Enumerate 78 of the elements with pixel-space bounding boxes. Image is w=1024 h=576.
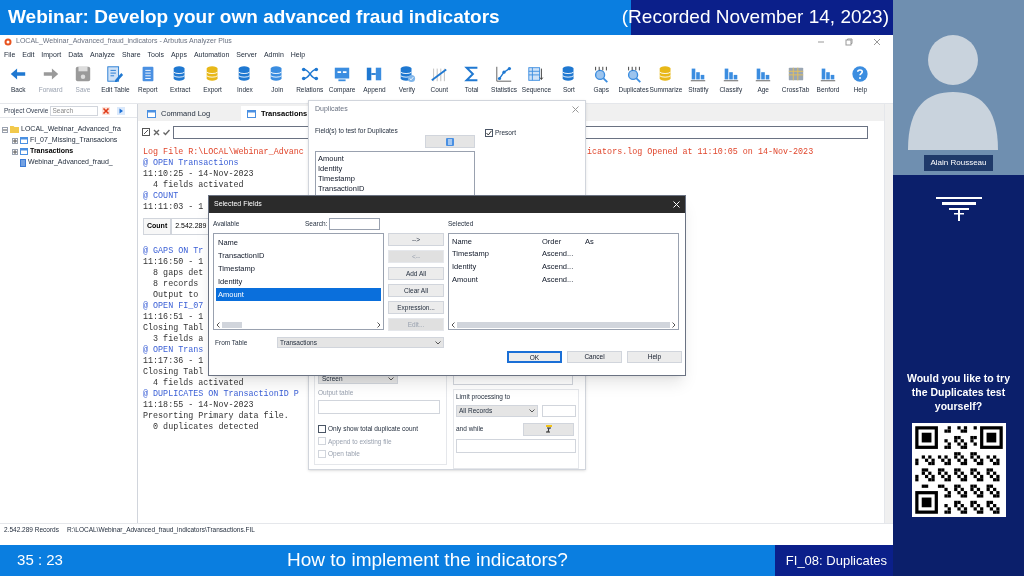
log-line: 3 fields a	[152, 334, 204, 345]
cancel-icon[interactable]	[153, 128, 160, 136]
scroll-right-icon[interactable]	[377, 321, 381, 328]
database-check-icon	[397, 65, 416, 83]
expression-icon	[544, 425, 553, 434]
scroll-right-icon[interactable]	[672, 321, 676, 328]
document-icon	[20, 158, 26, 167]
scrollbar[interactable]	[884, 104, 893, 523]
log-line: 11:10:25 - 14-Nov-2023	[143, 169, 254, 180]
grid-icon	[786, 65, 805, 83]
log-line: 8 records	[152, 279, 199, 290]
help-icon	[851, 65, 870, 83]
restore-icon[interactable]	[845, 37, 853, 46]
expander-icon[interactable]	[12, 137, 18, 144]
section-title: How to implement the indicators?	[287, 548, 568, 573]
log-line: 11:17:36 - 1	[143, 356, 204, 367]
table-icon	[527, 65, 546, 83]
search-field[interactable]	[329, 218, 381, 230]
log-line: Presorting Primary data file.	[143, 411, 289, 422]
pencil-document-icon	[106, 65, 125, 83]
checkmark-icon[interactable]	[163, 128, 170, 136]
expand-icon[interactable]	[142, 128, 150, 136]
log-line: Closing Tabl	[143, 323, 204, 334]
log-line: @ COUNT	[143, 191, 179, 202]
table-icon	[20, 148, 28, 155]
window-icon	[365, 65, 384, 83]
expander-icon[interactable]	[12, 148, 18, 155]
record-count-field[interactable]	[542, 404, 576, 417]
log-line: 11:16:50 - 1	[143, 257, 204, 268]
log-line: @ DUPLICATES ON TransactionID P	[143, 389, 299, 400]
checkbox[interactable]	[318, 424, 326, 433]
scrollbar-thumb[interactable]	[222, 321, 242, 328]
qr-code-icon	[911, 423, 1006, 517]
list-icon	[446, 137, 454, 146]
log-line: 4 fields activated	[152, 378, 244, 389]
dropdown-caret-icon	[388, 377, 394, 381]
log-line: @ GAPS ON Tr	[143, 246, 204, 257]
log-line: 4 fields activated	[152, 180, 244, 191]
log-line: @ OPEN Transactions	[143, 158, 239, 169]
checkbox[interactable]	[485, 128, 493, 137]
logo-icon	[933, 197, 984, 221]
table-icon	[20, 137, 28, 144]
expression-builder-button[interactable]	[523, 422, 574, 436]
window-icon	[333, 65, 352, 83]
elapsed-time: 35 : 23	[17, 550, 63, 571]
log-line: 11:18:55 - 14-Nov-2023	[143, 400, 254, 411]
webinar-title: Webinar: Develop your own advanced fraud indicators	[8, 5, 500, 30]
network-icon	[300, 65, 319, 83]
presenter-name: Alain Rousseau	[924, 155, 993, 171]
promo-text: Would you like to try the Duplicates test yourself?	[905, 371, 1012, 413]
recorded-date: (Recorded November 14, 2023)	[621, 5, 889, 30]
scrollbar-track[interactable]	[457, 321, 670, 328]
log-line: 8 gaps det	[152, 268, 204, 279]
log-line: Closing Tabl	[143, 367, 204, 378]
while-field[interactable]	[456, 438, 576, 453]
table-icon	[247, 109, 256, 118]
scroll-left-icon[interactable]	[451, 321, 455, 328]
log-line: Output to	[152, 290, 199, 301]
log-line: @ OPEN Trans	[143, 345, 204, 356]
expander-icon[interactable]	[2, 126, 8, 133]
line-chart-icon	[495, 65, 514, 83]
select-fields-button[interactable]	[425, 135, 475, 149]
log-line: icators.log Opened at 11:10:05 on 14-Nov-2023	[587, 147, 814, 158]
magnifier-icon	[592, 65, 611, 83]
log-line: 0 duplicates detected	[152, 422, 259, 433]
dropdown-caret-icon	[435, 340, 441, 345]
clear-icon[interactable]	[102, 106, 111, 115]
chapter-label: FI_08: Duplicates	[785, 551, 887, 570]
log-line: 11:16:51 - 1	[143, 312, 204, 323]
log-line: Log File R:\LOCAL\Webinar_Advanc	[143, 147, 305, 158]
table-icon	[147, 109, 156, 118]
log-line: @ OPEN FI_07	[143, 301, 204, 312]
scroll-left-icon[interactable]	[216, 321, 220, 328]
folder-icon	[10, 126, 19, 133]
play-icon[interactable]	[117, 106, 126, 115]
dropdown-caret-icon	[529, 408, 535, 413]
output-table-field[interactable]	[318, 399, 440, 414]
log-line: 11:11:03 - 1	[143, 202, 204, 213]
